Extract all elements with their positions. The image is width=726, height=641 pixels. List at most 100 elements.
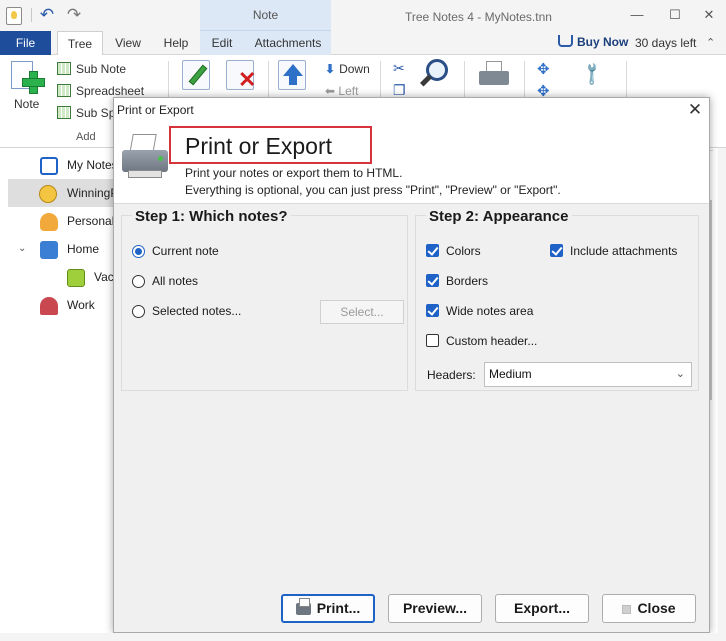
tree-node[interactable]: ⌄ Home [0, 235, 114, 263]
undo-icon[interactable]: ↶ [38, 6, 56, 24]
tree-node[interactable]: My Notes [0, 151, 118, 179]
new-note-label[interactable]: Note [14, 97, 39, 111]
sub-note-button[interactable]: Sub Note [57, 60, 126, 78]
maximize-button[interactable]: ☐ [665, 6, 685, 24]
chevron-down-icon[interactable]: ⌄ [18, 235, 26, 263]
trial-days-left: 30 days left [635, 36, 697, 50]
tree-node-label: WinningP [67, 186, 119, 200]
spreadsheet-label: Spreadsheet [76, 84, 145, 98]
person-icon [40, 213, 58, 231]
close-button-label: Close [637, 600, 676, 616]
print-button-label: Print... [316, 600, 361, 616]
chevron-down-icon: ⌄ [675, 368, 685, 380]
window-title: Tree Notes 4 - MyNotes.tnn [405, 10, 552, 24]
checkbox[interactable] [426, 244, 439, 257]
move-left-label: Left [338, 84, 359, 98]
scissors-icon[interactable]: ✂ [393, 60, 405, 77]
sub-spreadsheet-button[interactable]: Sub Spr [57, 104, 119, 122]
sub-note-label: Sub Note [76, 62, 127, 76]
tab-help[interactable]: Help [160, 31, 192, 55]
document-list-icon [40, 157, 58, 175]
step2-group: Step 2: Appearance Colors Include attach… [415, 208, 699, 391]
checkbox[interactable] [426, 334, 439, 347]
dialog-description: Print your notes or export them to HTML. [185, 166, 403, 180]
checkbox[interactable] [426, 304, 439, 317]
search-icon[interactable] [419, 59, 450, 89]
radio-label: All notes [152, 274, 199, 288]
close-button[interactable]: Close [602, 594, 696, 623]
tab-file[interactable]: File [0, 31, 51, 55]
print-export-dialog: Print or Export ✕ Print or Export Print … [113, 97, 710, 633]
contextual-group-label: Note [252, 8, 279, 22]
tree-node-label: Personal [67, 214, 115, 228]
move-up-button[interactable] [278, 60, 306, 90]
contextual-tab-group: Note [200, 0, 331, 31]
close-icon [622, 604, 632, 614]
printer-icon[interactable] [479, 61, 511, 89]
export-button[interactable]: Export... [495, 594, 589, 623]
app-icon[interactable] [6, 7, 22, 25]
tab-edit[interactable]: Edit [206, 31, 238, 55]
radio-label: Current note [152, 244, 219, 258]
tree-node-selected[interactable]: WinningP [8, 179, 118, 207]
sub-spreadsheet-icon [57, 106, 71, 119]
preview-button[interactable]: Preview... [388, 594, 482, 623]
dialog-window-title: Print or Export [117, 103, 194, 117]
tree-node[interactable]: Work [0, 291, 114, 319]
new-note-icon[interactable] [11, 61, 45, 94]
dialog-heading-highlight: Print or Export [169, 126, 372, 164]
headers-dropdown[interactable]: Medium ⌄ [484, 362, 692, 387]
suitcase-icon [67, 269, 85, 287]
headers-label: Headers: [427, 368, 476, 382]
expand-icon[interactable]: ✥ [537, 60, 550, 78]
checkbox-label: Colors [446, 244, 481, 258]
dialog-title-bar: Print or Export ✕ [114, 98, 709, 122]
right-panel-edge [718, 148, 726, 641]
delete-note-button[interactable]: ✕ [226, 60, 257, 92]
dialog-header: Print or Export Print your notes or expo… [114, 122, 709, 204]
radio-button[interactable] [132, 245, 145, 258]
clock-folder-icon [39, 185, 57, 203]
collapse-ribbon-icon[interactable]: ⌃ [706, 36, 715, 49]
move-left-button[interactable]: ⬅ Left [325, 84, 358, 98]
close-window-button[interactable]: ✕ [699, 6, 719, 24]
quick-access-separator [31, 8, 32, 22]
radio-button[interactable] [132, 305, 145, 318]
export-button-label: Export... [513, 600, 570, 616]
tab-tree[interactable]: Tree [57, 31, 103, 56]
dialog-close-icon[interactable]: ✕ [682, 99, 708, 121]
tree-node[interactable]: Vac [0, 263, 114, 291]
tree-node[interactable]: Personal [0, 207, 114, 235]
edit-note-button[interactable] [182, 60, 210, 90]
preview-button-label: Preview... [402, 600, 468, 616]
stamp-icon [40, 297, 58, 315]
cart-icon [558, 35, 573, 47]
checkbox[interactable] [426, 274, 439, 287]
checkbox[interactable] [550, 244, 563, 257]
printer-icon [295, 598, 311, 616]
radio-label: Selected notes... [152, 304, 242, 318]
select-notes-button[interactable]: Select... [320, 300, 404, 324]
delete-icon: ✕ [238, 67, 257, 92]
ribbon-tab-bar: File Tree View Help Edit Attachments Buy… [0, 31, 726, 56]
tree-node-label: Home [67, 242, 100, 256]
step1-title: Step 1: Which notes? [132, 208, 291, 225]
title-bar: Note ↶ ↷ Tree Notes 4 - MyNotes.tnn — ☐ … [0, 0, 726, 31]
checkbox-label: Wide notes area [446, 304, 534, 318]
printer-icon [122, 134, 170, 180]
step1-group: Step 1: Which notes? Current note All no… [121, 208, 408, 391]
sub-note-icon [57, 62, 71, 75]
tab-attachments[interactable]: Attachments [251, 31, 325, 55]
pencil-icon [188, 64, 208, 86]
radio-button[interactable] [132, 275, 145, 288]
dialog-heading: Print or Export [185, 133, 332, 159]
tab-view[interactable]: View [112, 31, 144, 55]
spreadsheet-icon [57, 84, 71, 97]
wrench-icon[interactable]: 🔧 [578, 60, 606, 88]
add-group-label: Add [76, 131, 96, 143]
redo-icon[interactable]: ↷ [65, 6, 83, 24]
print-button[interactable]: Print... [281, 594, 375, 623]
minimize-button[interactable]: — [627, 6, 647, 24]
move-down-button[interactable]: ⬇ Down [325, 62, 370, 76]
buy-now-button[interactable]: Buy Now [558, 35, 628, 49]
